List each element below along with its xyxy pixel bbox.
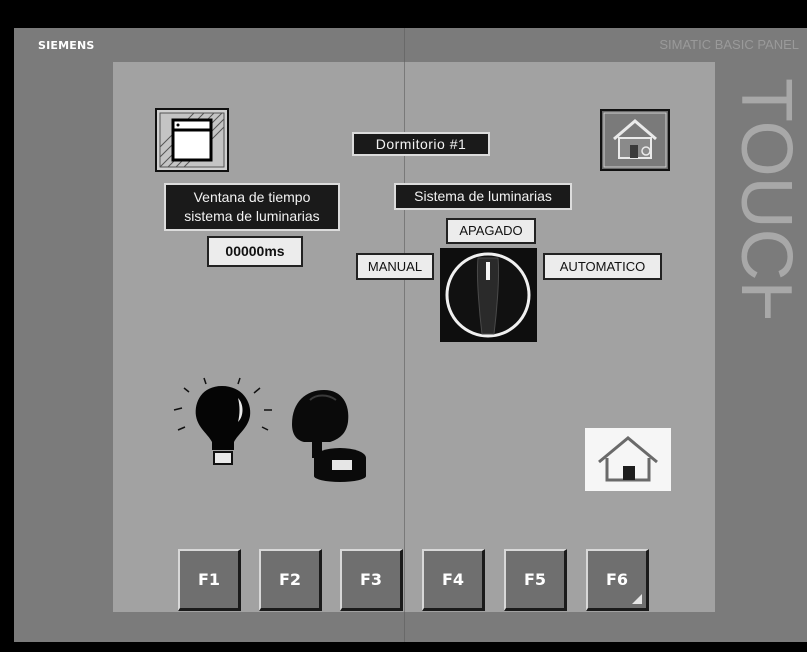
home-icon [585, 428, 671, 491]
scan-seam [404, 28, 405, 642]
home-button[interactable] [585, 428, 671, 491]
light-bulb [168, 370, 284, 482]
touch-label: TOUCH [726, 78, 800, 318]
function-key-label: F3 [359, 570, 383, 589]
window-button[interactable] [155, 108, 229, 172]
light-bulb-icon [173, 377, 272, 465]
brand-logo: SIEMENS [38, 39, 95, 52]
function-key-label: F6 [605, 570, 629, 589]
panel-model: SIMATIC BASIC PANEL [659, 37, 799, 52]
function-key-label: F5 [523, 570, 547, 589]
function-key-f3[interactable]: F3 [340, 549, 403, 611]
time-window-label: Ventana de tiempo sistema de luminarias [164, 183, 340, 231]
motion-sensor [284, 384, 372, 484]
function-key-label: F1 [197, 570, 221, 589]
time-window-line1: Ventana de tiempo [193, 189, 311, 205]
house-settings-button[interactable] [600, 109, 670, 171]
lighting-system-title: Sistema de luminarias [394, 183, 572, 210]
house-settings-icon [600, 109, 670, 171]
page-title: Dormitorio #1 [352, 132, 490, 156]
function-key-f1[interactable]: F1 [178, 549, 241, 611]
corner-triangle-icon [632, 594, 642, 604]
function-key-f6[interactable]: F6 [586, 549, 649, 611]
window-icon [155, 108, 229, 172]
mode-manual-label: MANUAL [356, 253, 434, 280]
function-key-f5[interactable]: F5 [504, 549, 567, 611]
function-key-label: F2 [278, 570, 302, 589]
function-key-f4[interactable]: F4 [422, 549, 485, 611]
state-off-label: APAGADO [446, 218, 536, 244]
mode-auto-label: AUTOMATICO [543, 253, 662, 280]
function-key-label: F4 [441, 570, 465, 589]
time-window-line2: sistema de luminarias [184, 208, 320, 224]
time-window-value[interactable]: 00000ms [207, 236, 303, 267]
motion-sensor-icon [292, 390, 366, 482]
function-key-f2[interactable]: F2 [259, 549, 322, 611]
selector-switch-icon [440, 248, 537, 342]
touch-text: TOUCH [726, 78, 800, 318]
selector-switch[interactable] [440, 248, 537, 342]
